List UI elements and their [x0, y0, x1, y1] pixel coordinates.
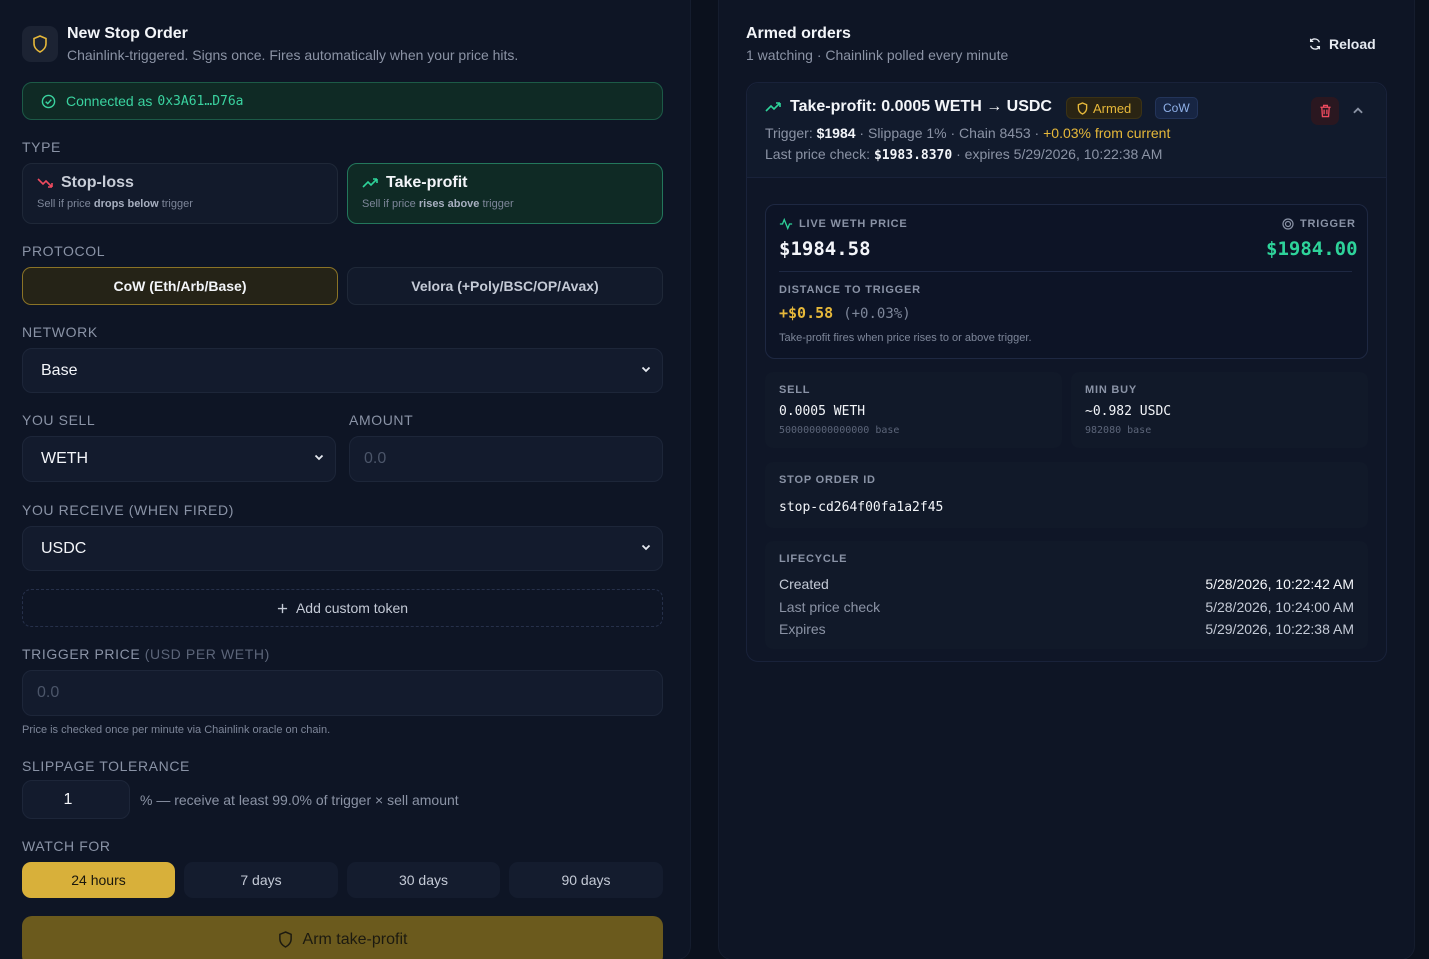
chevron-down-icon — [314, 454, 324, 461]
armed-badge: Armed — [1066, 97, 1143, 119]
stop-loss-title: Stop-loss — [61, 174, 134, 191]
sell-base: 500000000000000 base — [779, 425, 900, 436]
take-profit-title: Take-profit — [386, 174, 468, 191]
chevron-up-icon — [1353, 107, 1363, 114]
min-buy-base: 982080 base — [1085, 425, 1152, 436]
armed-orders-subtitle: 1 watching · Chainlink polled every minu… — [746, 47, 1009, 63]
protocol-badge: CoW — [1155, 97, 1198, 119]
lifecycle-expires-value: 5/29/2026, 10:22:38 AM — [1205, 621, 1354, 637]
reload-button[interactable]: Reload — [1308, 36, 1376, 52]
lifecycle-check-value: 5/28/2026, 10:24:00 AM — [1205, 599, 1354, 615]
collapse-button[interactable] — [1351, 104, 1365, 123]
order-title-row: Take-profit: 0.0005 WETH → USDC — [765, 98, 1052, 116]
lifecycle-label: LIFECYCLE — [779, 553, 848, 565]
distance-label: DISTANCE TO TRIGGER — [779, 284, 921, 296]
min-buy-label: MIN BUY — [1085, 384, 1138, 396]
watch-90-days-button[interactable]: 90 days — [509, 862, 663, 898]
distance-hint: Take-profit fires when price rises to or… — [779, 332, 1032, 344]
lifecycle-created-label: Created — [779, 576, 829, 592]
connected-prefix: Connected as — [66, 93, 153, 109]
live-price-label: LIVE WETH PRICE — [779, 218, 908, 230]
trash-icon — [1319, 104, 1331, 118]
protocol-cow-button[interactable]: CoW (Eth/Arb/Base) — [22, 267, 338, 305]
network-label: NETWORK — [22, 324, 98, 340]
lifecycle-check-label: Last price check — [779, 599, 881, 615]
plus-icon — [277, 603, 288, 613]
trending-up-icon — [765, 102, 781, 112]
lifecycle-expires-label: Expires — [779, 621, 826, 637]
order-id-value[interactable]: stop-cd264f00fa1a2f45 — [779, 500, 943, 515]
type-take-profit-option[interactable]: Take-profit Sell if price rises above tr… — [347, 163, 663, 224]
take-profit-desc: Sell if price rises above trigger — [362, 198, 514, 210]
chevron-down-icon — [641, 366, 651, 373]
trigger-hint: Price is checked once per minute via Cha… — [22, 724, 331, 736]
network-value: Base — [41, 361, 78, 379]
live-price-value: $1984.58 — [779, 238, 871, 260]
lifecycle-created-value: 5/28/2026, 10:22:42 AM — [1205, 576, 1354, 592]
connected-status: Connected as 0x3A61…D76a — [22, 82, 663, 120]
chevron-down-icon — [641, 544, 651, 551]
watch-24-hours-button[interactable]: 24 hours — [22, 862, 175, 898]
activity-icon — [779, 218, 793, 230]
shield-icon — [1077, 101, 1088, 115]
network-select[interactable]: Base — [22, 348, 663, 393]
shield-icon — [278, 931, 292, 948]
distance-value: +$0.58 — [779, 304, 834, 322]
distance-row: +$0.58 (+0.03%) — [779, 304, 911, 322]
sell-token-select[interactable]: WETH — [22, 436, 336, 482]
trigger-price-label: TRIGGER PRICE (USD PER WETH) — [22, 646, 270, 662]
trigger-price-value: $1984.00 — [1266, 238, 1358, 260]
receive-token-select[interactable]: USDC — [22, 526, 663, 571]
arm-take-profit-button[interactable]: Arm take-profit — [22, 916, 663, 959]
order-id-label: STOP ORDER ID — [779, 474, 876, 486]
sell-token-value: WETH — [41, 450, 89, 467]
reload-label: Reload — [1329, 36, 1376, 52]
target-icon — [1282, 218, 1294, 230]
order-id-box — [765, 462, 1368, 528]
sell-label: SELL — [779, 384, 811, 396]
sell-value: 0.0005 WETH — [779, 404, 866, 419]
wallet-address: 0x3A61…D76a — [157, 93, 244, 109]
slippage-hint: % — receive at least 99.0% of trigger × … — [140, 792, 459, 808]
arm-button-label: Arm take-profit — [302, 931, 408, 948]
type-label: TYPE — [22, 139, 61, 155]
divider — [779, 271, 1352, 272]
trigger-label: TRIGGER — [1282, 218, 1356, 230]
order-title: Take-profit: 0.0005 WETH → USDC — [790, 98, 1052, 115]
shield-icon — [33, 35, 47, 53]
page-title: New Stop Order — [67, 25, 188, 42]
order-trigger-line: Trigger: $1984 · Slippage 1% · Chain 845… — [765, 125, 1171, 141]
check-circle-icon — [41, 94, 56, 108]
receive-token-value: USDC — [41, 539, 87, 557]
stop-loss-desc: Sell if price drops below trigger — [37, 198, 193, 210]
type-stop-loss-option[interactable]: Stop-loss Sell if price drops below trig… — [22, 163, 338, 224]
armed-orders-title: Armed orders — [746, 25, 851, 42]
add-custom-token-button[interactable]: Add custom token — [22, 589, 663, 627]
delete-order-button[interactable] — [1311, 97, 1339, 125]
min-buy-value: ~0.982 USDC — [1085, 404, 1172, 419]
slippage-label: SLIPPAGE TOLERANCE — [22, 758, 190, 774]
page-subtitle: Chainlink-triggered. Signs once. Fires a… — [67, 47, 519, 63]
trigger-price-input[interactable]: 0.0 — [22, 670, 663, 716]
shield-icon-badge — [22, 26, 58, 62]
slippage-input[interactable]: 1 — [22, 780, 130, 819]
protocol-velora-button[interactable]: Velora (+Poly/BSC/OP/Avax) — [347, 267, 663, 305]
receive-label: YOU RECEIVE (WHEN FIRED) — [22, 502, 234, 518]
add-token-label: Add custom token — [295, 600, 409, 616]
watch-30-days-button[interactable]: 30 days — [347, 862, 500, 898]
order-check-line: Last price check: $1983.8370 · expires 5… — [765, 146, 1163, 163]
amount-label: AMOUNT — [349, 412, 414, 428]
trending-up-icon — [362, 178, 378, 188]
you-sell-label: YOU SELL — [22, 412, 96, 428]
protocol-label: PROTOCOL — [22, 243, 106, 259]
trending-down-icon — [37, 178, 53, 188]
distance-pct: (+0.03%) — [843, 306, 911, 322]
watch-for-label: WATCH FOR — [22, 838, 111, 854]
refresh-icon — [1309, 38, 1321, 50]
watch-7-days-button[interactable]: 7 days — [184, 862, 338, 898]
amount-input[interactable]: 0.0 — [349, 436, 663, 482]
